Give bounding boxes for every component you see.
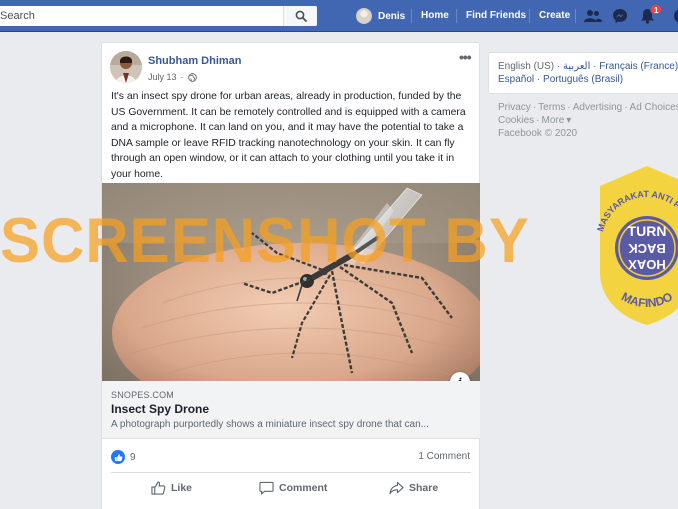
copyright: Facebook © 2020	[498, 128, 578, 139]
like-label: Like	[171, 482, 193, 494]
post-date[interactable]: July 13	[148, 72, 177, 82]
home-link[interactable]: Home	[421, 10, 449, 21]
language-current: English (US)	[498, 61, 555, 72]
language-row-2: Español · Português (Brasil)	[498, 74, 624, 85]
create-link[interactable]: Create	[539, 10, 570, 21]
comment-button[interactable]: Comment	[259, 481, 327, 495]
link-domain: SNOPES.COM	[111, 390, 175, 400]
messenger-icon	[613, 9, 627, 23]
footer-link-more[interactable]: More	[541, 115, 564, 126]
link-description: A photograph purportedly shows a miniatu…	[111, 419, 429, 430]
find-friends-link[interactable]: Find Friends	[466, 10, 526, 21]
meta-separator: ·	[180, 72, 184, 82]
nav-divider	[575, 9, 576, 23]
globe-icon[interactable]	[187, 72, 197, 82]
footer-link-cookies[interactable]: Cookies	[498, 115, 534, 126]
footer-link-ad-choices[interactable]: Ad Choices	[630, 102, 678, 113]
share-button[interactable]: Share	[389, 481, 438, 495]
author-avatar[interactable]	[110, 51, 142, 83]
profile-name: Denis	[378, 10, 406, 22]
screenshot-watermark: SCREENSHOT BY	[0, 205, 530, 276]
post-text: It's an insect spy drone for urban areas…	[111, 91, 466, 180]
profile-link[interactable]: Denis	[356, 7, 405, 25]
share-label: Share	[409, 482, 439, 494]
comment-label: Comment	[279, 482, 328, 494]
avatar	[356, 8, 372, 24]
comment-icon	[259, 481, 274, 495]
link-preview-info[interactable]: SNOPES.COM Insect Spy Drone A photograph…	[102, 381, 480, 439]
footer-link-advertising[interactable]: Advertising	[573, 102, 622, 113]
reactions-summary[interactable]: 9	[111, 450, 136, 464]
search-icon	[295, 10, 307, 22]
footer-link-privacy[interactable]: Privacy	[498, 102, 531, 113]
seal-center-word-2: BACK	[628, 241, 666, 256]
post-options-button[interactable]: •••	[459, 49, 472, 65]
link-title[interactable]: Insect Spy Drone	[111, 402, 209, 416]
language-french[interactable]: Français (France)	[599, 61, 678, 72]
friend-requests-button[interactable]	[584, 7, 602, 25]
nav-divider	[411, 9, 412, 23]
top-navigation-bar: Denis Home Find Friends Create 1	[0, 0, 678, 32]
language-row-1: English (US) · العربية · Français (Franc…	[498, 61, 678, 72]
mafindo-seal: MASYARAKAT ANTI FITNAH MAFINDO TURN BACK…	[595, 166, 678, 325]
author-photo	[110, 51, 142, 83]
account-menu-button[interactable]	[672, 7, 678, 25]
comments-count[interactable]: 1 Comment	[418, 451, 470, 462]
nav-divider	[529, 9, 530, 23]
like-reaction-icon	[111, 450, 125, 464]
friends-icon	[584, 10, 602, 22]
share-icon	[389, 481, 404, 495]
search-input[interactable]	[0, 6, 281, 26]
seal-center-word-1: TURN	[628, 223, 667, 239]
language-selector-box: English (US) · العربية · Français (Franc…	[488, 52, 678, 94]
notification-badge: 1	[650, 4, 663, 15]
language-portuguese[interactable]: Português (Brasil)	[543, 74, 623, 85]
search-button[interactable]	[283, 6, 317, 26]
nav-divider	[456, 9, 457, 23]
action-divider	[111, 472, 471, 473]
language-arabic[interactable]: العربية	[563, 61, 590, 72]
post-meta: July 13 ·	[148, 72, 197, 82]
search-box	[0, 6, 317, 26]
post-author-name[interactable]: Shubham Dhiman	[148, 55, 242, 67]
seal-center-word-3: HOAX	[628, 257, 666, 272]
likes-count: 9	[130, 451, 136, 463]
help-icon	[674, 9, 678, 23]
footer-links-row-2: Cookies · More ▾	[498, 115, 572, 126]
thumbs-up-icon	[151, 481, 166, 495]
language-spanish[interactable]: Español	[498, 74, 534, 85]
like-button[interactable]: Like	[151, 481, 192, 495]
footer-links-row-1: Privacy · Terms · Advertising · Ad Choices	[498, 102, 678, 113]
messenger-button[interactable]	[611, 7, 629, 25]
footer-link-terms[interactable]: Terms	[538, 102, 565, 113]
